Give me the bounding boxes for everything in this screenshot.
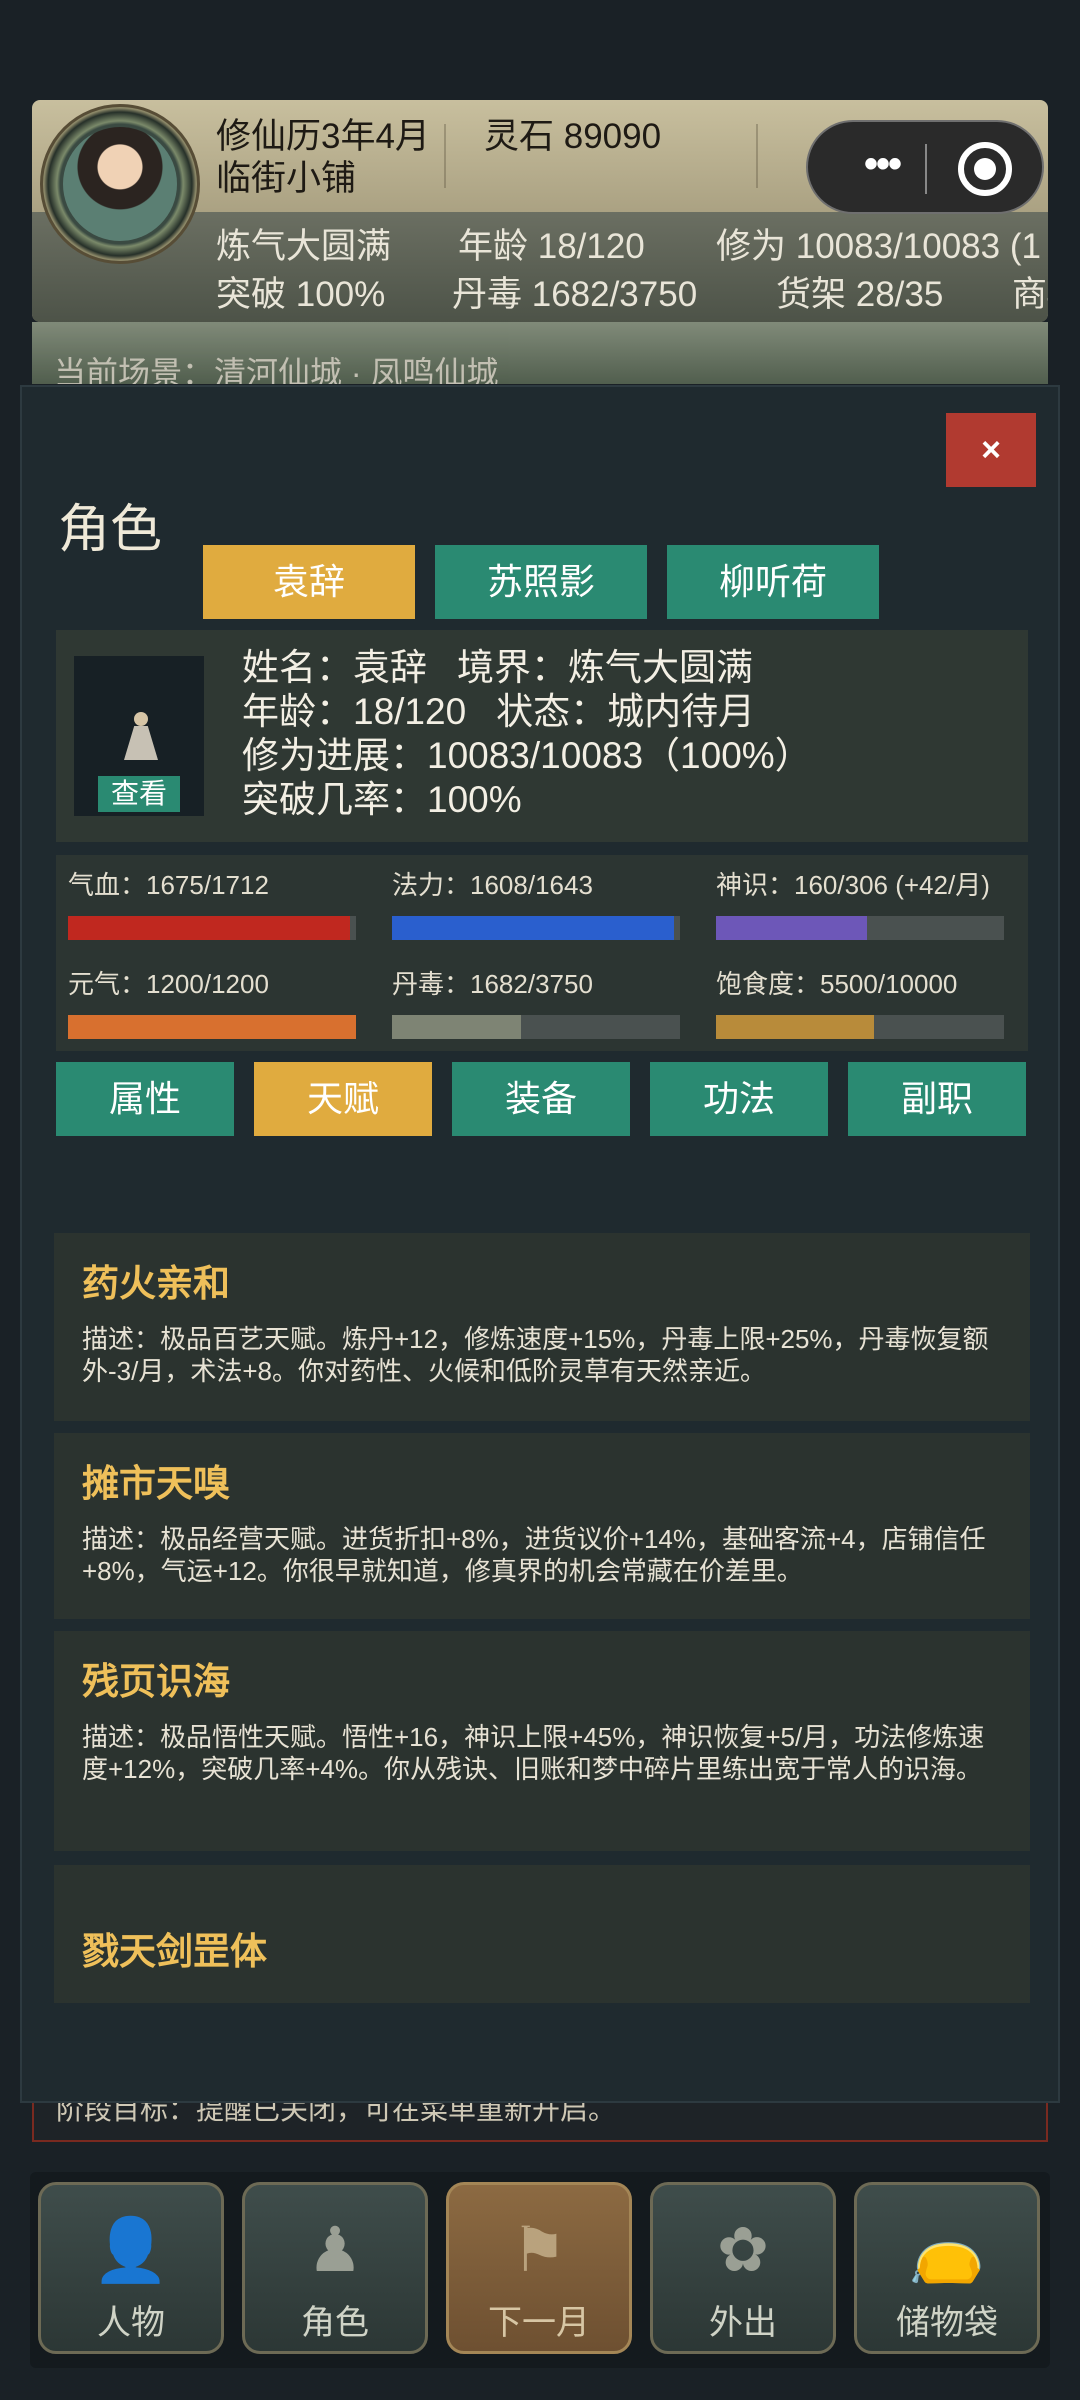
player-portrait[interactable] [40,104,200,264]
age-field: 年龄：18/120 [242,691,467,732]
portrait-face [63,127,177,241]
mana-bar [392,916,680,940]
nav-go-out[interactable]: ✿ 外出 [650,2182,836,2354]
stat-vitality: 元气：1200/1200 [68,964,356,1039]
role-figure-icon: ♟ [307,2216,363,2285]
name-field: 姓名：袁辞 [242,647,427,688]
tab-equipment[interactable]: 装备 [452,1062,630,1136]
more-dots-icon[interactable]: ••• [842,144,922,192]
nav-role[interactable]: ♟ 角色 [242,2182,428,2354]
character-modal: × 角色 袁辞 苏照影 柳听荷 查看 姓名：袁辞 境界：炼气大圆满 年龄：18/1… [20,385,1060,2103]
scene-banner: 当前场景：清河仙城 · 凤鸣仙城 [32,322,1048,384]
stat-hp: 气血：1675/1712 [68,865,356,940]
talent-card: 残页识海 描述：极品悟性天赋。悟性+16，神识上限+45%，神识恢复+5/月，功… [54,1631,1030,1851]
profile-card: 查看 姓名：袁辞 境界：炼气大圆满 年龄：18/120 状态：城内待月 修为进展：1… [56,630,1028,842]
stat-label: 气血：1675/1712 [68,870,269,900]
nav-storage-bag[interactable]: 👝 储物袋 [854,2182,1040,2354]
talent-card: 药火亲和 描述：极品百艺天赋。炼丹+12，修炼速度+15%，丹毒上限+25%，丹… [54,1233,1030,1421]
goal-banner: 阶段目标：提醒已关闭，可在菜单重新开启。 [32,2100,1048,2142]
talent-card: 戮天剑罡体 [54,1865,1030,2003]
hud-divider [444,124,446,188]
stat-label: 法力：1608/1643 [392,870,593,900]
talent-name: 摊市天嗅 [82,1463,230,1504]
mini-program-capsule: ••• [806,120,1044,214]
talent-name: 残页识海 [82,1661,230,1702]
nav-label: 储物袋 [896,2304,998,2342]
stat-satiety: 饱食度：5500/10000 [716,964,1004,1039]
stats-card: 气血：1675/1712 法力：1608/1643 神识：160/306 (+4… [56,855,1028,1051]
hud-shelves: 货架 28/35 [776,275,944,314]
character-avatar: 查看 [74,656,204,816]
satiety-bar-fill [716,1015,875,1039]
nav-label: 下一月 [488,2304,590,2342]
hud-divider [756,124,758,188]
stat-mana: 法力：1608/1643 [392,865,680,940]
stat-spirit: 神识：160/306 (+42/月) [716,865,1004,940]
close-target-icon[interactable] [958,142,1012,196]
talent-desc: 描述：极品悟性天赋。悟性+16，神识上限+45%，神识恢复+5/月，功法修炼速度… [82,1722,985,1784]
realm-field: 境界：炼气大圆满 [457,647,753,688]
nav-label: 外出 [709,2304,777,2342]
person-icon: 👤 [92,2216,170,2285]
tab-techniques[interactable]: 功法 [650,1062,828,1136]
cultivator-figure-icon [110,712,170,768]
lotus-figure-icon: ✿ [717,2216,769,2285]
vitality-bar-fill [68,1015,356,1039]
satiety-bar [716,1015,1004,1039]
stat-label: 元气：1200/1200 [68,969,269,999]
status-field: 状态：城内待月 [496,691,756,732]
hud-realm: 炼气大圆满 [216,227,392,266]
nav-label: 人物 [97,2304,165,2342]
hud-cultivation: 修为 10083/10083 (1 [716,227,1041,266]
spirit-bar [716,916,1004,940]
character-tab[interactable]: 苏照影 [435,545,647,619]
bag-icon: 👝 [908,2216,986,2285]
talent-name: 戮天剑罡体 [82,1931,267,1972]
vitality-bar [68,1015,356,1039]
hp-bar [68,916,356,940]
nav-label: 角色 [301,2304,369,2342]
hud-spirit-stone: 灵石 89090 [484,117,662,156]
close-button[interactable]: × [946,413,1036,487]
hud-merchant: 商4 [1012,275,1048,314]
modal-title: 角色 [58,501,163,559]
bottom-nav: 👤 人物 ♟ 角色 ⚑ 下一月 ✿ 外出 👝 储物袋 [30,2172,1050,2368]
nav-character[interactable]: 👤 人物 [38,2182,224,2354]
stat-label: 神识：160/306 (+42/月) [716,870,990,900]
hud-breakthrough: 突破 100% [216,275,386,314]
toxicity-bar-fill [392,1015,522,1039]
tab-talents[interactable]: 天赋 [254,1062,432,1136]
tab-attributes[interactable]: 属性 [56,1062,234,1136]
spirit-bar-fill [716,916,867,940]
view-button[interactable]: 查看 [98,776,180,812]
stat-label: 饱食度：5500/10000 [716,969,958,999]
nav-next-month[interactable]: ⚑ 下一月 [446,2182,632,2354]
hud-age: 年龄 18/120 [458,227,645,266]
profile-info: 姓名：袁辞 境界：炼气大圆满 年龄：18/120 状态：城内待月 修为进展：1008… [242,646,812,822]
talent-card: 摊市天嗅 描述：极品经营天赋。进货折扣+8%，进货议价+14%，基础客流+4，店… [54,1433,1030,1619]
hud-shop-name: 临街小铺 [216,159,357,198]
talent-desc: 描述：极品经营天赋。进货折扣+8%，进货议价+14%，基础客流+4，店铺信任+8… [82,1524,986,1586]
flag-icon: ⚑ [511,2216,567,2285]
hud-pill-toxicity: 丹毒 1682/3750 [452,275,698,314]
hp-bar-fill [68,916,350,940]
talent-desc: 描述：极品百艺天赋。炼丹+12，修炼速度+15%，丹毒上限+25%，丹毒恢复额外… [82,1324,989,1386]
breakthrough-field: 突破几率：100% [242,779,522,820]
tab-side-jobs[interactable]: 副职 [848,1062,1026,1136]
mana-bar-fill [392,916,674,940]
character-tab[interactable]: 袁辞 [203,545,415,619]
toxicity-bar [392,1015,680,1039]
character-tab[interactable]: 柳听荷 [667,545,879,619]
capsule-divider [925,144,927,194]
talent-name: 药火亲和 [82,1263,230,1304]
progress-field: 修为进展：10083/10083（100%） [242,735,812,776]
stat-toxicity: 丹毒：1682/3750 [392,964,680,1039]
stat-label: 丹毒：1682/3750 [392,969,593,999]
